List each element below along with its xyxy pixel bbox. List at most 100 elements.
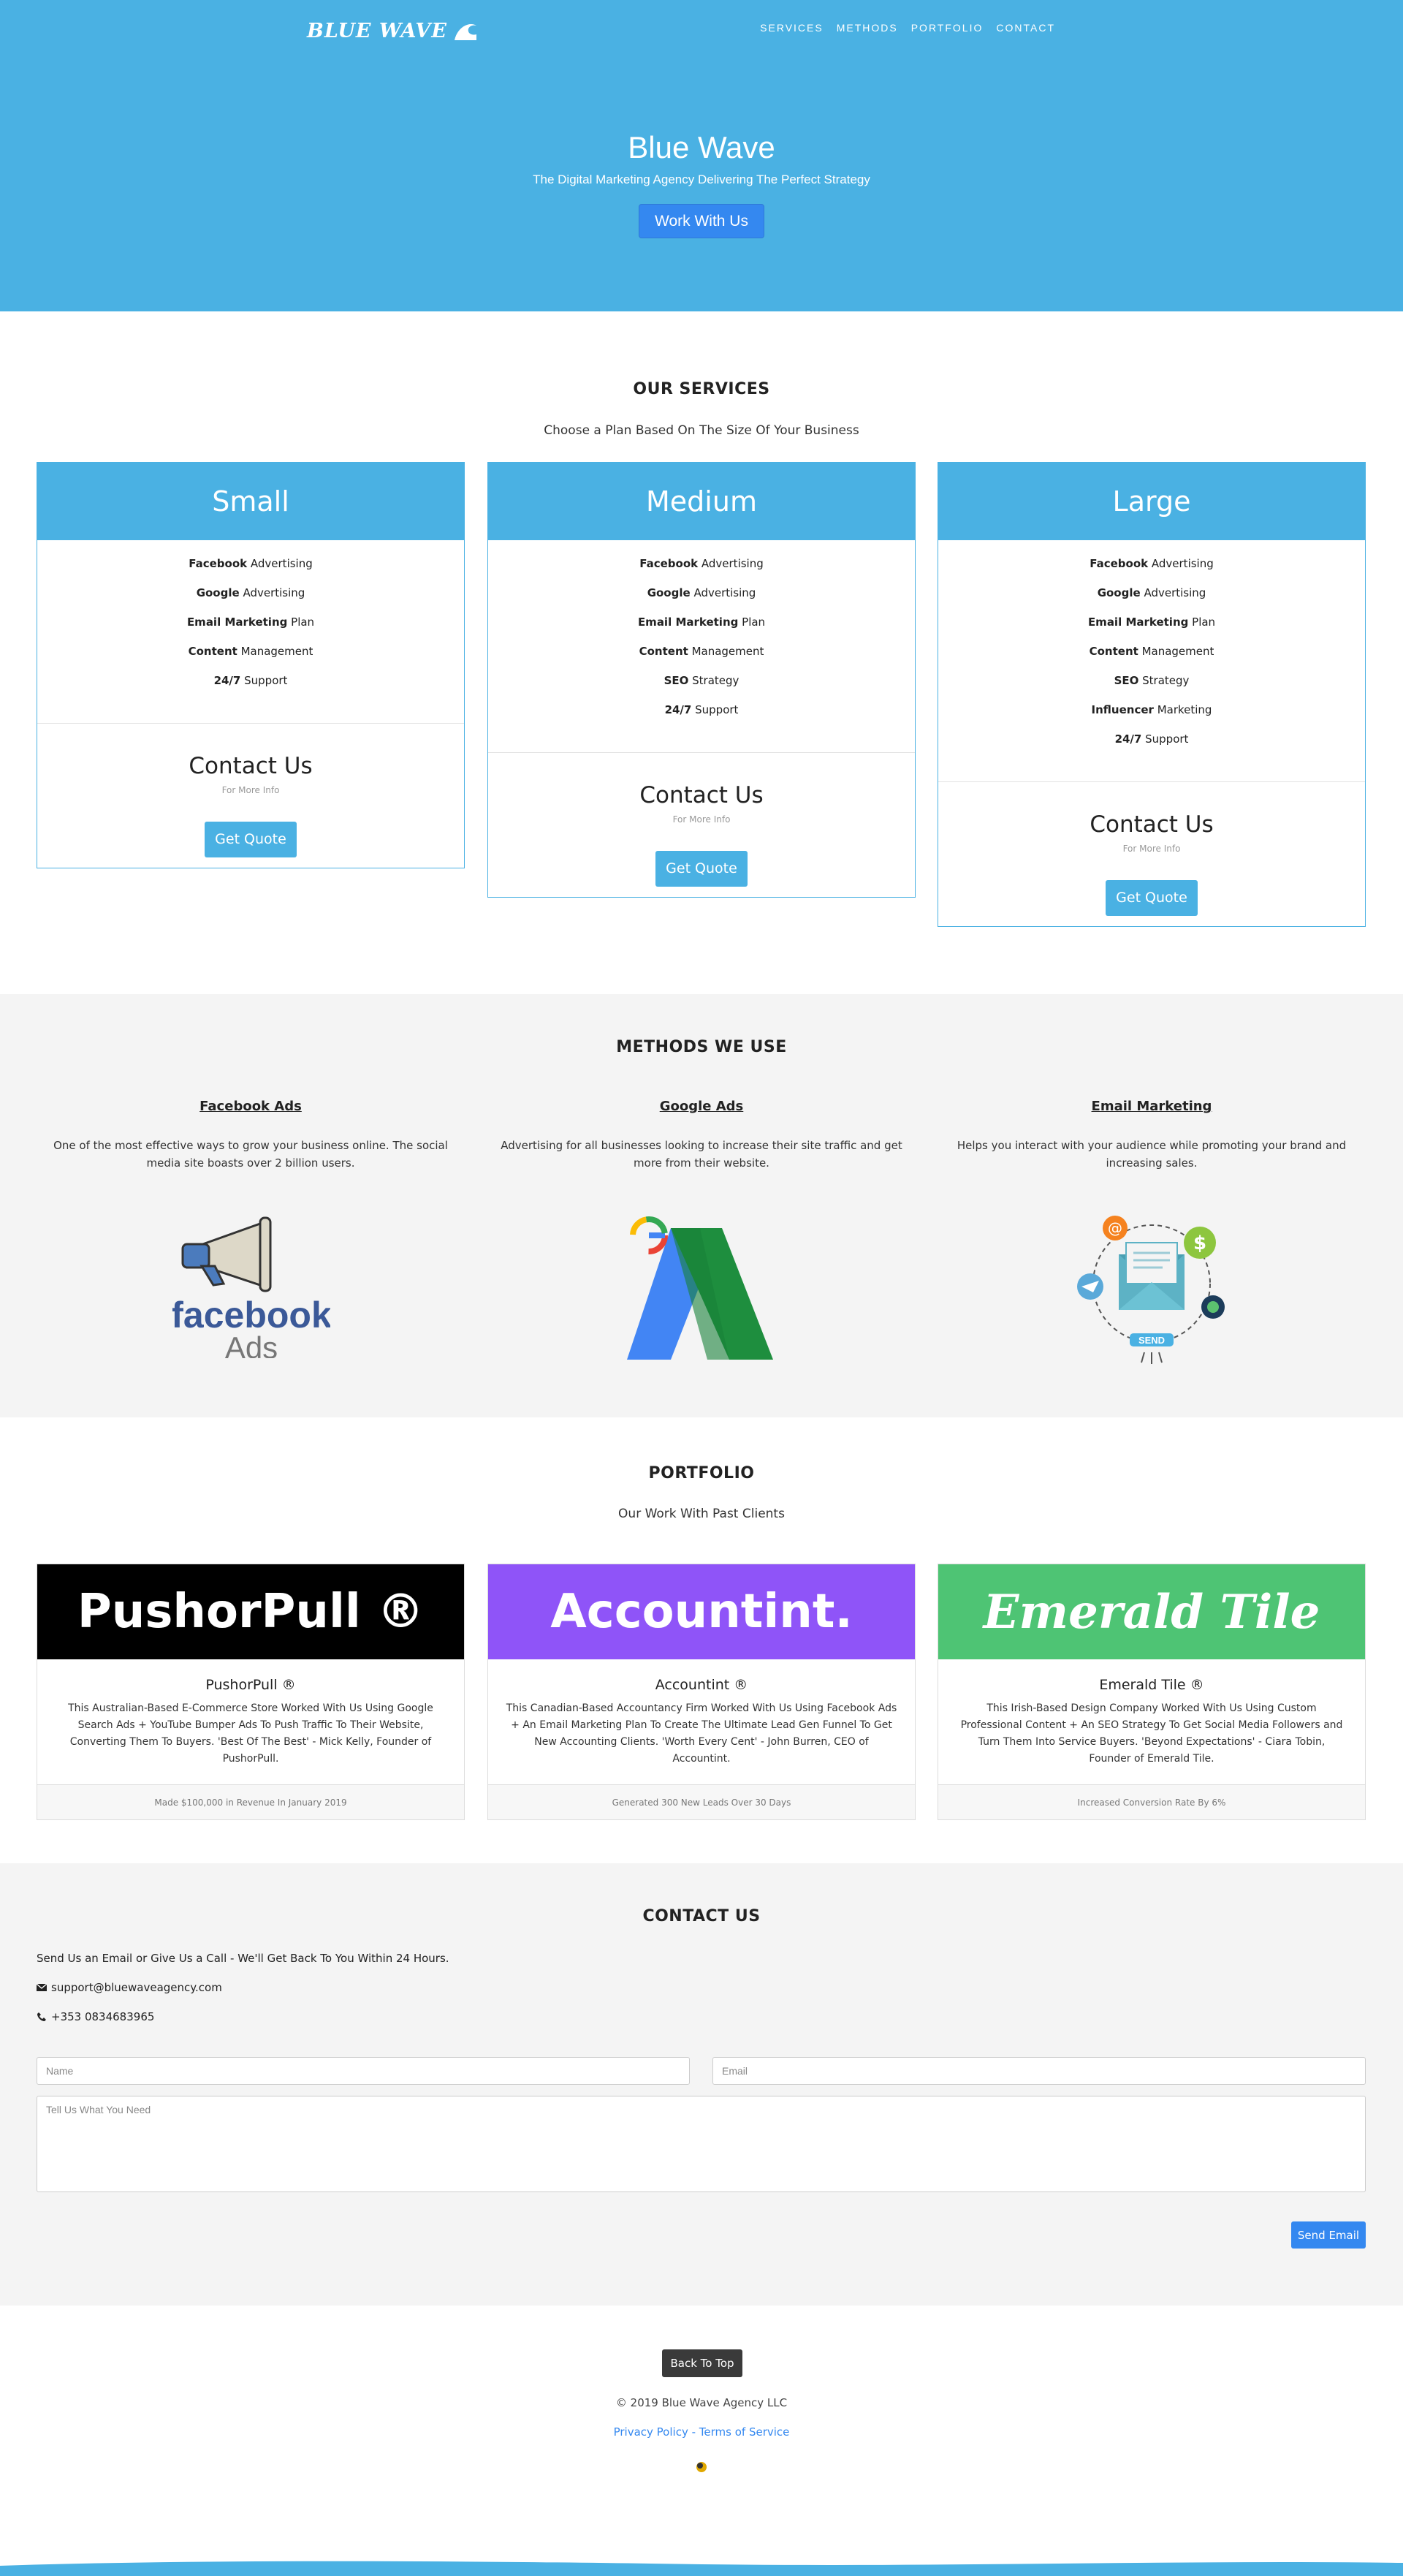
plan-feature: Email Marketing Plan (637, 615, 766, 629)
get-quote-button[interactable]: Get Quote (205, 822, 297, 857)
method-heading[interactable]: Facebook Ads (39, 1099, 463, 1121)
plan-feature: Email Marketing Plan (1087, 615, 1216, 629)
plan-feature: Facebook Advertising (639, 557, 764, 570)
facebook-ads-logo: facebook Ads (172, 1216, 330, 1358)
legal-links: Privacy Policy - Terms of Service (0, 2425, 1403, 2439)
contact-email[interactable]: support@bluewaveagency.com (51, 1981, 222, 1994)
method-heading[interactable]: Google Ads (490, 1099, 913, 1121)
portfolio-client-name: Accountint ® (655, 1677, 748, 1693)
legal-separator: - (688, 2425, 699, 2439)
methods-title: METHODS WE USE (616, 1038, 787, 1056)
facebook-wordmark: facebook (172, 1295, 330, 1336)
footer-badge-icon (696, 2462, 707, 2472)
contact-phone[interactable]: +353 0834683965 (51, 2010, 154, 2023)
methods-section: METHODS WE USE Facebook Ads One of the m… (0, 994, 1403, 1417)
plan-feature: Google Advertising (1097, 586, 1206, 599)
send-email-button[interactable]: Send Email (1291, 2221, 1366, 2249)
method-description: Helps you interact with your audience wh… (957, 1139, 1347, 1170)
ads-wordmark: Ads (225, 1330, 278, 1358)
plan-feature: SEO Strategy (1114, 674, 1190, 687)
contact-intro: Send Us an Email or Give Us a Call - We'… (37, 1952, 449, 1965)
copyright: © 2019 Blue Wave Agency LLC (615, 2396, 788, 2409)
portfolio-banner: Accountint. (488, 1564, 915, 1659)
terms-of-service-link[interactable]: Terms of Service (699, 2425, 790, 2439)
hero-subtitle: The Digital Marketing Agency Delivering … (533, 173, 870, 186)
portfolio-result: Increased Conversion Rate By 6% (938, 1784, 1365, 1819)
plan-feature: Content Management (188, 645, 313, 658)
contact-phone-line: +353 0834683965 (37, 2010, 154, 2023)
nav-contact[interactable]: CONTACT (996, 22, 1055, 34)
svg-text:@: @ (1108, 1219, 1122, 1237)
plan-feature: Content Management (639, 645, 764, 658)
plan-features: Facebook Advertising Google Advertising … (938, 540, 1365, 767)
more-info-note: For More Info (1122, 844, 1181, 854)
plan-footer: Contact Us For More Info Get Quote (488, 753, 915, 897)
plan-footer: Contact Us For More Info Get Quote (37, 724, 464, 868)
plan-card-small: Small Facebook Advertising Google Advert… (37, 462, 465, 868)
portfolio-description: This Irish-Based Design Company Worked W… (960, 1702, 1343, 1765)
megaphone-icon (181, 1216, 272, 1292)
portfolio-card-emerald-tile: Emerald Tile Emerald Tile ® This Irish-B… (938, 1564, 1366, 1820)
name-field[interactable]: Name (37, 2057, 690, 2085)
brand-name: BLUE WAVE (307, 19, 447, 42)
plan-feature: Influencer Marketing (1091, 703, 1212, 716)
contact-us-label: Contact Us (1090, 811, 1214, 838)
more-info-note: For More Info (672, 814, 731, 825)
email-field[interactable]: Email (712, 2057, 1366, 2085)
method-facebook-ads: Facebook Ads One of the most effective w… (39, 1099, 463, 1172)
back-to-top-button[interactable]: Back To Top (662, 2349, 742, 2377)
plan-card-large: Large Facebook Advertising Google Advert… (938, 462, 1366, 927)
contact-email-line: support@bluewaveagency.com (37, 1981, 222, 1994)
work-with-us-button[interactable]: Work With Us (639, 204, 764, 238)
portfolio-client-name: Emerald Tile ® (1099, 1677, 1204, 1693)
nav-portfolio[interactable]: PORTFOLIO (911, 22, 984, 34)
portfolio-description: This Australian-Based E-Commerce Store W… (68, 1702, 433, 1765)
svg-text:$: $ (1193, 1232, 1206, 1254)
phone-icon (37, 2012, 46, 2021)
google-ads-icon (627, 1216, 773, 1360)
services-subtitle: Choose a Plan Based On The Size Of Your … (544, 423, 859, 438)
plan-features: Facebook Advertising Google Advertising … (488, 540, 915, 738)
message-field[interactable]: Tell Us What You Need (37, 2096, 1366, 2192)
email-envelope-icon: @ $ SEND (1077, 1216, 1225, 1364)
envelope-icon (37, 1983, 47, 1991)
plan-feature: Facebook Advertising (1090, 557, 1214, 570)
method-description: Advertising for all businesses looking t… (501, 1139, 902, 1170)
plan-feature: 24/7 Support (213, 674, 288, 687)
portfolio-card-accountint: Accountint. Accountint ® This Canadian-B… (487, 1564, 916, 1820)
footer-wave (0, 2561, 1403, 2576)
portfolio-banner: Emerald Tile (938, 1564, 1365, 1659)
nav-services[interactable]: SERVICES (760, 22, 824, 34)
contact-us-label: Contact Us (639, 782, 764, 808)
more-info-note: For More Info (221, 785, 280, 795)
portfolio-title: PORTFOLIO (648, 1464, 755, 1482)
send-badge-label: SEND (1138, 1335, 1165, 1346)
plan-name: Small (37, 463, 464, 540)
plan-features: Facebook Advertising Google Advertising … (37, 540, 464, 708)
portfolio-description: This Canadian-Based Accountancy Firm Wor… (506, 1702, 897, 1765)
plan-feature: Email Marketing Plan (186, 615, 315, 629)
plan-card-medium: Medium Facebook Advertising Google Adver… (487, 462, 916, 898)
wave-icon (454, 24, 476, 40)
portfolio-card-pushorpull: PushorPull ® PushorPull ® This Australia… (37, 1564, 465, 1820)
privacy-policy-link[interactable]: Privacy Policy (614, 2425, 688, 2439)
plan-feature: Google Advertising (647, 586, 756, 599)
portfolio-result: Generated 300 New Leads Over 30 Days (488, 1784, 915, 1819)
top-nav: SERVICES METHODS PORTFOLIO CONTACT (760, 22, 1055, 34)
get-quote-button[interactable]: Get Quote (1106, 880, 1198, 916)
brand-logo[interactable]: BLUE WAVE (307, 16, 478, 45)
services-title: OUR SERVICES (633, 380, 770, 398)
method-description: One of the most effective ways to grow y… (53, 1139, 448, 1170)
portfolio-client-name: PushorPull ® (205, 1677, 296, 1693)
plan-name: Medium (488, 463, 915, 540)
plan-feature: Facebook Advertising (189, 557, 313, 570)
plan-name: Large (938, 463, 1365, 540)
plan-feature: Content Management (1089, 645, 1214, 658)
contact-us-label: Contact Us (189, 753, 313, 779)
method-heading[interactable]: Email Marketing (940, 1099, 1364, 1121)
nav-methods[interactable]: METHODS (837, 22, 898, 34)
plan-feature: SEO Strategy (664, 674, 739, 687)
portfolio-result: Made $100,000 in Revenue In January 2019 (37, 1784, 464, 1819)
hero-title: Blue Wave (628, 130, 775, 164)
get-quote-button[interactable]: Get Quote (655, 851, 748, 887)
